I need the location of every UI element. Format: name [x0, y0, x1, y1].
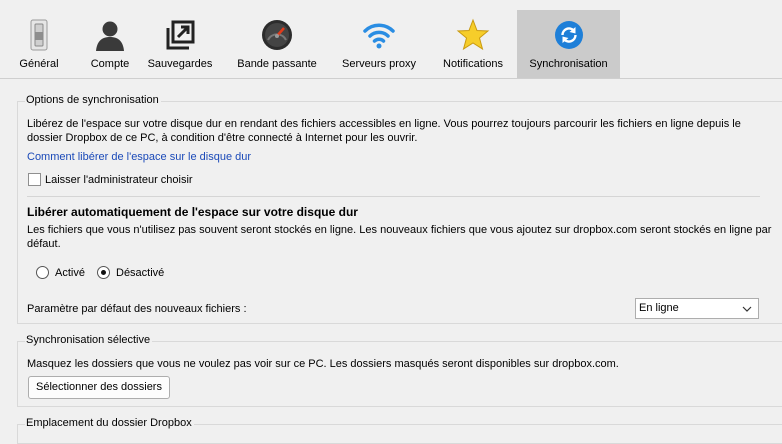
tab-general-label: Général	[19, 58, 59, 70]
selective-sync-title: Synchronisation sélective	[25, 334, 153, 346]
tab-proxy[interactable]: Serveurs proxy	[333, 10, 425, 78]
select-folders-button[interactable]: Sélectionner des dossiers	[28, 376, 170, 399]
tab-notifications[interactable]: Notifications	[437, 10, 509, 78]
radio-active-label[interactable]: Activé	[55, 266, 85, 280]
radio-active[interactable]	[36, 266, 49, 279]
auto-free-space-desc-line2: défaut.	[27, 238, 61, 250]
selective-sync-description: Masquez les dossiers que vous ne voulez …	[27, 358, 619, 370]
backup-icon	[166, 20, 195, 50]
wifi-icon	[363, 23, 395, 49]
tab-synchronisation[interactable]: Synchronisation	[517, 10, 620, 78]
auto-free-space-heading: Libérer automatiquement de l'espace sur …	[27, 205, 358, 219]
radio-inactive-label[interactable]: Désactivé	[116, 266, 164, 280]
preferences-toolbar: Général Compte Sauvegardes Bande passant…	[0, 0, 782, 78]
default-new-files-select[interactable]: En ligne	[635, 298, 759, 319]
tab-bandwidth[interactable]: Bande passante	[232, 10, 322, 78]
toolbar-divider	[0, 78, 782, 79]
tab-general[interactable]: Général	[10, 10, 68, 78]
default-new-files-label: Paramètre par défaut des nouveaux fichie…	[27, 303, 247, 315]
tab-backups-label: Sauvegardes	[147, 58, 213, 70]
tab-proxy-label: Serveurs proxy	[342, 58, 416, 70]
admin-choose-label[interactable]: Laisser l'administrateur choisir	[45, 173, 193, 187]
speedometer-icon	[262, 20, 292, 50]
section-separator	[27, 196, 760, 197]
sync-options-description-line2: dossier Dropbox de ce PC, à condition d'…	[27, 132, 418, 144]
user-icon	[96, 21, 124, 51]
admin-choose-checkbox[interactable]	[28, 173, 41, 186]
tab-notifications-label: Notifications	[443, 58, 503, 70]
free-space-help-link[interactable]: Comment libérer de l'espace sur le disqu…	[27, 150, 251, 164]
tab-account[interactable]: Compte	[78, 10, 142, 78]
tab-backups[interactable]: Sauvegardes	[145, 10, 215, 78]
chevron-down-icon	[742, 306, 752, 312]
radio-inactive[interactable]	[97, 266, 110, 279]
folder-location-title: Emplacement du dossier Dropbox	[25, 417, 194, 429]
tab-bandwidth-label: Bande passante	[237, 58, 317, 70]
tab-synchronisation-label: Synchronisation	[529, 58, 608, 70]
sync-options-description-line1: Libérez de l'espace sur votre disque dur…	[27, 118, 741, 130]
tab-account-label: Compte	[90, 58, 130, 70]
radio-selected-dot	[101, 270, 106, 275]
star-icon	[456, 18, 490, 51]
sync-icon	[554, 21, 583, 49]
auto-free-space-desc-line1: Les fichiers que vous n'utilisez pas sou…	[27, 224, 772, 236]
default-new-files-value: En ligne	[639, 302, 679, 314]
switch-icon	[30, 19, 48, 51]
sync-options-title: Options de synchronisation	[25, 94, 161, 106]
